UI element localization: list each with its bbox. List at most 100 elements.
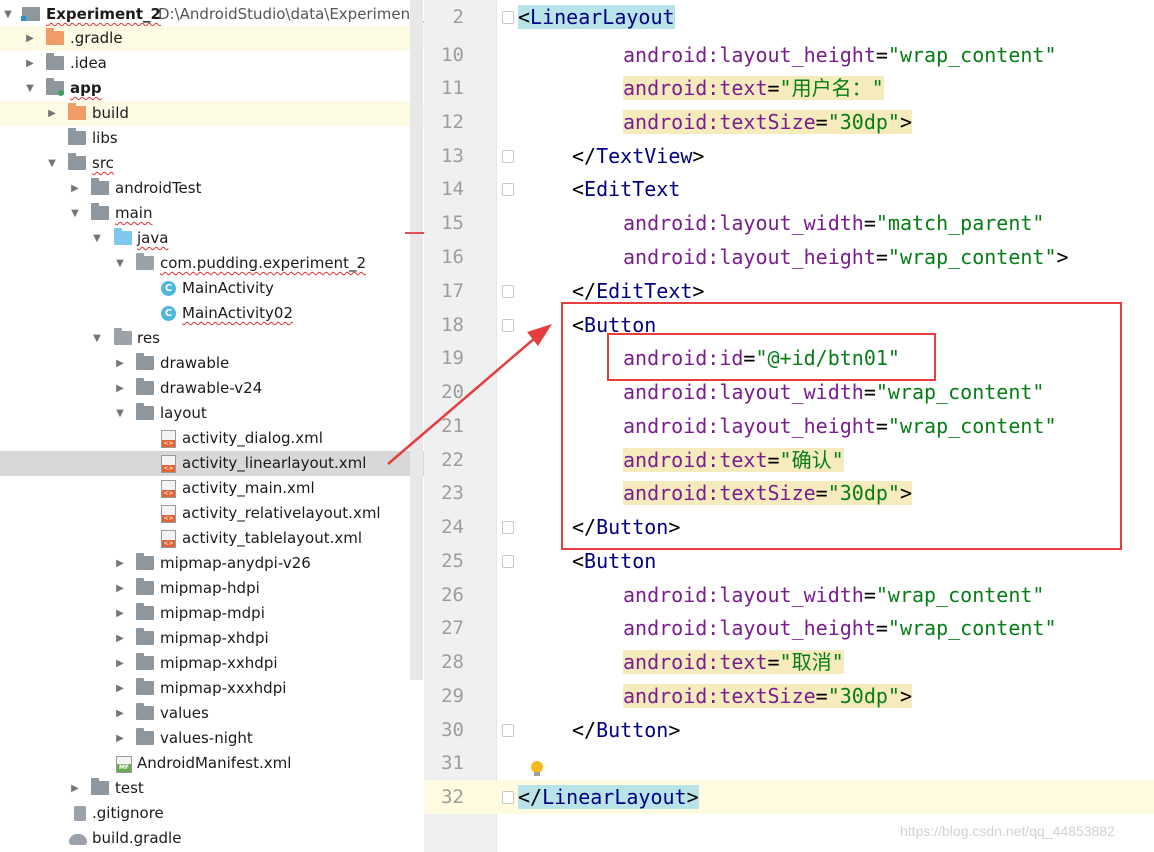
tree-item-drawable-v24[interactable]: ▶ drawable-v24 <box>0 376 424 401</box>
tree-item-mipmap-xhdpi[interactable]: ▶ mipmap-xhdpi <box>0 626 424 651</box>
tree-item-label: drawable <box>160 354 230 372</box>
chevron-down-icon[interactable]: ▼ <box>2 2 14 27</box>
class-icon: C <box>161 306 176 321</box>
chevron-down-icon[interactable]: ▼ <box>91 226 103 251</box>
fold-marker-icon[interactable] <box>502 319 514 332</box>
code-line[interactable]: 32 </LinearLayout> <box>424 780 1154 814</box>
chevron-right-icon[interactable]: ▶ <box>114 626 126 651</box>
tree-item-activity-dialog[interactable]: activity_dialog.xml <box>0 426 424 451</box>
code-line[interactable]: 11 android:text="用户名：" <box>424 71 1154 105</box>
fold-marker-icon[interactable] <box>502 791 514 804</box>
chevron-right-icon[interactable]: ▶ <box>114 376 126 401</box>
code-line[interactable]: 16 android:layout_height="wrap_content"> <box>424 240 1154 274</box>
tree-item-main[interactable]: ▼ main <box>0 201 424 226</box>
chevron-right-icon[interactable]: ▶ <box>114 651 126 676</box>
tree-item-layout[interactable]: ▼ layout <box>0 401 424 426</box>
chevron-right-icon[interactable]: ▶ <box>114 726 126 751</box>
tree-item-app[interactable]: ▼ app <box>0 76 424 101</box>
tree-item-test[interactable]: ▶ test <box>0 776 424 801</box>
tree-item-gitignore[interactable]: .gitignore <box>0 801 424 826</box>
tree-item-values[interactable]: ▶ values <box>0 701 424 726</box>
lightbulb-icon[interactable] <box>531 761 543 776</box>
tree-item-gradle[interactable]: ▶ .gradle <box>0 26 424 51</box>
code-text: android:layout_height="wrap_content" <box>623 611 1057 645</box>
tree-item-mainactivity[interactable]: C MainActivity <box>0 276 424 301</box>
chevron-right-icon[interactable]: ▶ <box>114 351 126 376</box>
tree-item-mipmap-xxhdpi[interactable]: ▶ mipmap-xxhdpi <box>0 651 424 676</box>
code-line[interactable]: 28 android:text="取消" <box>424 645 1154 679</box>
tree-item-activity-main[interactable]: activity_main.xml <box>0 476 424 501</box>
code-line[interactable]: 2 <LinearLayout <box>424 0 1154 34</box>
tree-item-androidmanifest[interactable]: AndroidManifest.xml <box>0 751 424 776</box>
fold-marker-icon[interactable] <box>502 521 514 534</box>
xml-tag: Button <box>584 549 657 573</box>
fold-marker-icon[interactable] <box>502 555 514 568</box>
chevron-down-icon[interactable]: ▼ <box>46 151 58 176</box>
code-line[interactable]: 26 android:layout_width="wrap_content" <box>424 578 1154 612</box>
chevron-down-icon[interactable]: ▼ <box>114 251 126 276</box>
chevron-down-icon[interactable]: ▼ <box>24 76 36 101</box>
code-line[interactable]: 30 </Button> <box>424 713 1154 747</box>
fold-marker-icon[interactable] <box>502 11 514 24</box>
line-number: 25 <box>441 550 464 572</box>
folder-icon <box>136 378 154 395</box>
code-text: <LinearLayout <box>518 0 675 34</box>
xml-punctuation: > <box>899 684 912 708</box>
tree-item-build-gradle[interactable]: build.gradle <box>0 826 424 851</box>
tree-item-mipmap-xxxhdpi[interactable]: ▶ mipmap-xxxhdpi <box>0 676 424 701</box>
tree-item-res[interactable]: ▼ res <box>0 326 424 351</box>
code-line[interactable]: 15 android:layout_width="match_parent" <box>424 206 1154 240</box>
chevron-right-icon[interactable]: ▶ <box>114 576 126 601</box>
code-text: android:text="取消" <box>623 645 844 679</box>
chevron-down-icon[interactable]: ▼ <box>114 401 126 426</box>
tree-item-label: .gitignore <box>92 804 164 822</box>
xml-file-icon <box>161 430 176 448</box>
xml-punctuation: = <box>767 76 780 100</box>
tree-item-mipmap-mdpi[interactable]: ▶ mipmap-mdpi <box>0 601 424 626</box>
code-text: android:textSize="30dp"> <box>623 679 912 713</box>
fold-marker-icon[interactable] <box>502 183 514 196</box>
code-line[interactable]: 29 android:textSize="30dp"> <box>424 679 1154 713</box>
tree-item-mipmap-hdpi[interactable]: ▶ mipmap-hdpi <box>0 576 424 601</box>
code-line[interactable]: 10 android:layout_height="wrap_content" <box>424 38 1154 72</box>
chevron-down-icon[interactable]: ▼ <box>91 326 103 351</box>
gradle-icon <box>69 834 87 845</box>
tree-item-libs[interactable]: libs <box>0 126 424 151</box>
tree-item-mainactivity02[interactable]: C MainActivity02 <box>0 301 424 326</box>
code-line[interactable]: 12 android:textSize="30dp"> <box>424 105 1154 139</box>
tree-item-package[interactable]: ▼ com.pudding.experiment_2 <box>0 251 424 276</box>
chevron-right-icon[interactable]: ▶ <box>24 26 36 51</box>
chevron-right-icon[interactable]: ▶ <box>114 601 126 626</box>
chevron-down-icon[interactable]: ▼ <box>69 201 81 226</box>
fold-marker-icon[interactable] <box>502 724 514 737</box>
chevron-right-icon[interactable]: ▶ <box>114 551 126 576</box>
tree-item-activity-tablelayout[interactable]: activity_tablelayout.xml <box>0 526 424 551</box>
tree-item-values-night[interactable]: ▶ values-night <box>0 726 424 751</box>
tree-item-activity-relativelayout[interactable]: activity_relativelayout.xml <box>0 501 424 526</box>
package-icon <box>136 253 154 270</box>
tree-scrollbar[interactable] <box>410 0 423 680</box>
chevron-right-icon[interactable]: ▶ <box>69 176 81 201</box>
tree-item-build[interactable]: ▶ build <box>0 101 424 126</box>
chevron-right-icon[interactable]: ▶ <box>69 776 81 801</box>
chevron-right-icon[interactable]: ▶ <box>46 101 58 126</box>
line-number: 27 <box>441 617 464 639</box>
chevron-right-icon[interactable]: ▶ <box>114 676 126 701</box>
tree-item-mipmap-anydpi[interactable]: ▶ mipmap-anydpi-v26 <box>0 551 424 576</box>
chevron-right-icon[interactable]: ▶ <box>114 701 126 726</box>
tree-item-androidtest[interactable]: ▶ androidTest <box>0 176 424 201</box>
tree-item-project-root[interactable]: ▼ Experiment_2 D:\AndroidStudio\data\Exp… <box>0 2 424 27</box>
tree-item-activity-linearlayout[interactable]: activity_linearlayout.xml <box>0 451 424 476</box>
xml-punctuation: = <box>767 650 780 674</box>
code-line[interactable]: 27 android:layout_height="wrap_content" <box>424 611 1154 645</box>
fold-marker-icon[interactable] <box>502 285 514 298</box>
chevron-right-icon[interactable]: ▶ <box>24 51 36 76</box>
fold-marker-icon[interactable] <box>502 150 514 163</box>
tree-item-label: mipmap-anydpi-v26 <box>160 554 311 572</box>
tree-item-idea[interactable]: ▶ .idea <box>0 51 424 76</box>
code-line[interactable]: 14 <EditText <box>424 172 1154 206</box>
tree-item-src[interactable]: ▼ src <box>0 151 424 176</box>
tree-item-java[interactable]: ▼ java <box>0 226 424 251</box>
code-line[interactable]: 13 </TextView> <box>424 139 1154 173</box>
tree-item-drawable[interactable]: ▶ drawable <box>0 351 424 376</box>
